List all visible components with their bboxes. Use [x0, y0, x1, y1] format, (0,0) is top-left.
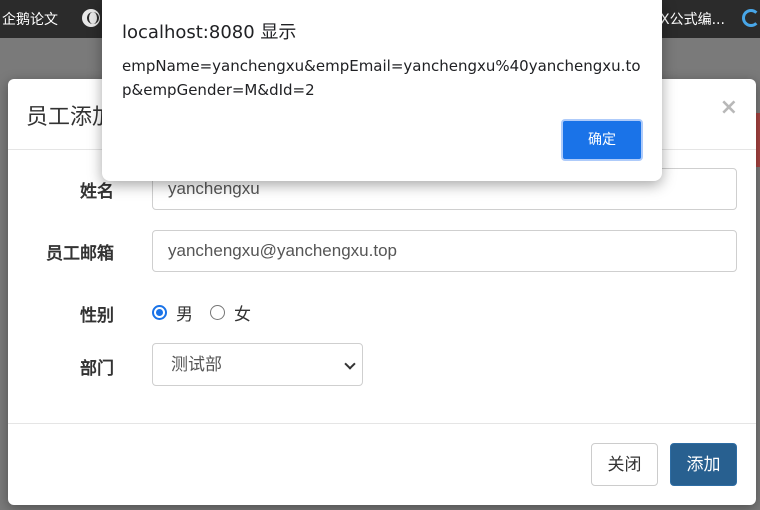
- alert-ok-button[interactable]: 确定: [561, 119, 643, 161]
- swirl-logo-icon: [742, 9, 760, 27]
- department-label: 部门: [80, 359, 114, 378]
- gender-female-radio[interactable]: [210, 305, 225, 320]
- chevron-down-icon: [344, 358, 356, 370]
- alert-title: localhost:8080 显示: [122, 22, 297, 43]
- gender-male-label[interactable]: 男: [176, 300, 193, 325]
- modal-footer: 关闭 添加: [8, 423, 756, 505]
- gender-female-label[interactable]: 女: [234, 300, 251, 325]
- bookmark-item[interactable]: X公式编...: [660, 9, 725, 29]
- add-button[interactable]: 添加: [670, 443, 737, 486]
- bookmark-item[interactable]: [82, 9, 100, 27]
- department-selected-value: 测试部: [171, 355, 222, 374]
- bookmark-label: X公式编...: [660, 12, 725, 28]
- email-label: 员工邮箱: [46, 244, 114, 263]
- gender-male-radio[interactable]: [152, 305, 167, 320]
- globe-icon: [82, 9, 100, 27]
- browser-alert-dialog: localhost:8080 显示 empName=yanchengxu&emp…: [102, 0, 662, 181]
- close-icon[interactable]: ×: [720, 95, 738, 120]
- name-label: 姓名: [80, 182, 114, 201]
- email-input[interactable]: yanchengxu@yanchengxu.top: [152, 230, 737, 272]
- bookmark-item[interactable]: 企鹅论文: [2, 9, 58, 29]
- gender-label: 性别: [80, 306, 114, 325]
- bookmark-item[interactable]: [742, 9, 760, 27]
- close-button[interactable]: 关闭: [591, 443, 658, 486]
- alert-message: empName=yanchengxu&empEmail=yanchengxu%4…: [122, 57, 641, 99]
- modal-title: 员工添加: [26, 104, 115, 129]
- gender-radio-group: 男 女: [152, 300, 268, 325]
- department-select[interactable]: 测试部: [152, 343, 363, 386]
- bookmark-label: 企鹅论文: [2, 12, 58, 28]
